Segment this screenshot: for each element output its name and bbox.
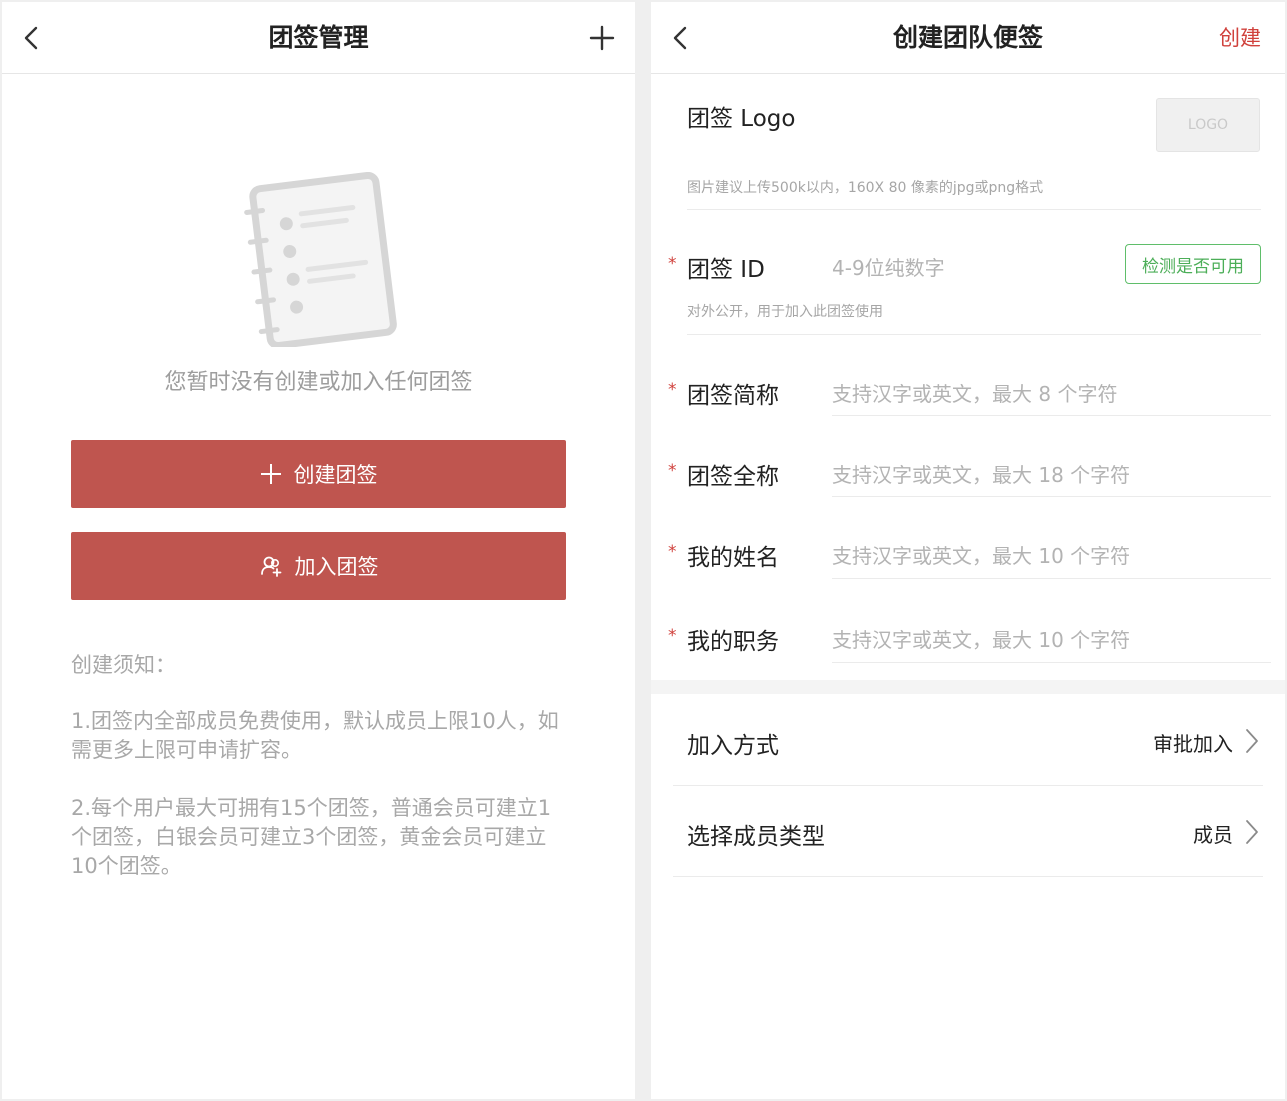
logo-hint: 图片建议上传500k以内，160X 80 像素的jpg或png格式 <box>687 180 1044 196</box>
plus-icon[interactable] <box>589 25 615 51</box>
required-mark: * <box>668 626 677 646</box>
short-name-label: 团签简称 <box>687 383 779 409</box>
divider <box>673 876 1263 877</box>
team-id-label: 团签 ID <box>687 257 765 283</box>
back-arrow-icon[interactable] <box>18 24 46 52</box>
notice-item: 1.团签内全部成员免费使用，默认成员上限10人，如需更多上限可申请扩容。 <box>71 709 559 762</box>
logo-label: 团签 Logo <box>687 106 796 132</box>
full-name-input[interactable]: 支持汉字或英文，最大 18 个字符 <box>832 459 1130 488</box>
divider <box>832 415 1271 416</box>
team-id-input[interactable]: 4-9位纯数字 <box>832 252 945 281</box>
team-management-screen: 团签管理 您暂时没有创建或加入任何团签 创建团签 加入团签 创建须知： 1.团签… <box>2 2 635 1099</box>
empty-notebook-icon <box>244 172 397 347</box>
divider <box>687 334 1261 335</box>
full-name-label: 团签全称 <box>687 464 779 490</box>
short-name-input[interactable]: 支持汉字或英文，最大 8 个字符 <box>832 378 1117 407</box>
my-name-input[interactable]: 支持汉字或英文，最大 10 个字符 <box>832 540 1130 569</box>
empty-state-text: 您暂时没有创建或加入任何团签 <box>164 370 473 395</box>
required-mark: * <box>668 254 677 274</box>
required-mark: * <box>668 461 677 481</box>
join-team-label: 加入团签 <box>294 555 379 579</box>
divider <box>687 209 1261 210</box>
notice-title: 创建须知： <box>71 653 176 677</box>
divider <box>832 496 1271 497</box>
plus-icon <box>260 464 281 484</box>
divider <box>832 662 1271 663</box>
create-team-label: 创建团签 <box>293 463 378 487</box>
page-title: 团签管理 <box>268 23 369 52</box>
my-position-label: 我的职务 <box>687 629 779 655</box>
back-arrow-icon[interactable] <box>667 24 695 52</box>
page-title: 创建团队便签 <box>892 23 1043 52</box>
chevron-right-icon <box>1246 729 1258 753</box>
member-type-label: 选择成员类型 <box>687 824 825 850</box>
my-name-label: 我的姓名 <box>687 545 779 571</box>
team-id-hint: 对外公开，用于加入此团签使用 <box>687 304 883 320</box>
check-availability-button[interactable]: 检测是否可用 <box>1125 244 1261 284</box>
join-method-value: 审批加入 <box>1153 732 1233 756</box>
required-mark: * <box>668 542 677 562</box>
create-team-button[interactable]: 创建团签 <box>71 440 566 508</box>
member-type-value: 成员 <box>1193 823 1233 847</box>
required-mark: * <box>668 380 677 400</box>
divider <box>673 785 1263 786</box>
chevron-right-icon <box>1246 820 1258 844</box>
join-method-label: 加入方式 <box>687 733 779 759</box>
section-separator <box>651 680 1285 694</box>
create-team-note-screen: 创建团队便签 创建 团签 Logo LOGO 图片建议上传500k以内，160X… <box>651 2 1285 1099</box>
notice-item: 2.每个用户最大可拥有15个团签，普通会员可建立1个团签，白银会员可建立3个团签… <box>71 796 552 878</box>
my-position-input[interactable]: 支持汉字或英文，最大 10 个字符 <box>832 624 1130 653</box>
join-team-button[interactable]: 加入团签 <box>71 532 566 600</box>
nav-bar: 团签管理 <box>2 2 635 74</box>
nav-bar: 创建团队便签 创建 <box>651 2 1285 74</box>
logo-upload-box[interactable]: LOGO <box>1156 98 1260 152</box>
add-user-icon <box>260 556 281 577</box>
logo-placeholder-text: LOGO <box>1187 117 1229 133</box>
create-action-button[interactable]: 创建 <box>1219 2 1261 74</box>
divider <box>832 578 1271 579</box>
